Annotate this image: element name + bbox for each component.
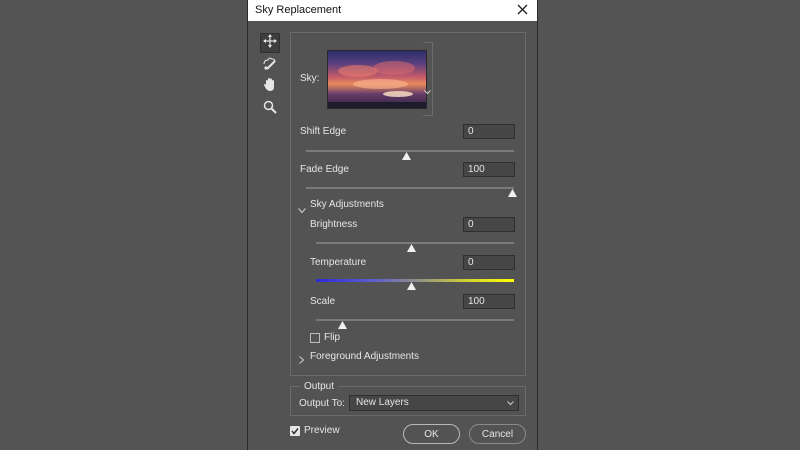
move-tool-button[interactable] [260,33,280,53]
move-icon [263,33,277,53]
flip-checkbox[interactable] [310,333,320,343]
title-bar: Sky Replacement [248,0,537,21]
preview-checkbox[interactable] [290,426,300,436]
flip-label: Flip [324,332,341,343]
sky-brush-tool-button[interactable] [260,55,280,75]
cancel-button[interactable]: Cancel [469,424,526,444]
tool-palette [260,33,282,121]
close-icon[interactable] [515,1,531,19]
hand-icon [263,77,277,97]
output-to-value: New Layers [356,397,409,408]
sky-brush-icon [262,56,278,75]
sky-adjustments-header[interactable]: Sky Adjustments [310,199,384,210]
temperature-input[interactable]: 0 [463,255,515,270]
settings-panel: Sky: Shift Edge 0 Fade Edge 100 Sky Adju… [290,32,526,376]
sky-replacement-dialog: Sky Replacement Sky: Shift Edge 0 Fade E… [247,0,538,450]
sky-label: Sky: [300,73,320,84]
fade-edge-slider-thumb[interactable] [508,184,517,197]
fade-edge-label: Fade Edge [300,164,349,175]
sky-preview-thumbnail[interactable] [327,50,427,109]
chevron-down-icon [507,398,514,409]
ok-button[interactable]: OK [403,424,460,444]
brightness-slider-thumb[interactable] [407,239,416,252]
output-legend: Output [300,381,339,392]
sky-dropdown-toggle[interactable] [423,42,433,116]
output-to-label: Output To: [299,398,345,409]
chevron-down-icon [424,82,431,100]
preview-label: Preview [304,425,340,436]
shift-edge-input[interactable]: 0 [463,124,515,139]
temperature-slider-thumb[interactable] [407,277,416,290]
scale-label: Scale [310,296,336,307]
dialog-title: Sky Replacement [255,4,342,16]
zoom-tool-button[interactable] [260,99,280,119]
fade-edge-input[interactable]: 100 [463,162,515,177]
fade-edge-slider-track[interactable] [306,187,514,189]
scale-input[interactable]: 100 [463,294,515,309]
brightness-label: Brightness [310,219,358,230]
scale-slider-thumb[interactable] [338,316,347,329]
shift-edge-slider-thumb[interactable] [402,147,411,160]
chevron-right-icon[interactable] [299,351,305,369]
zoom-icon [263,100,277,119]
shift-edge-label: Shift Edge [300,126,347,137]
hand-tool-button[interactable] [260,77,280,97]
brightness-input[interactable]: 0 [463,217,515,232]
foreground-adjustments-header[interactable]: Foreground Adjustments [310,351,419,362]
output-to-select[interactable]: New Layers [349,395,519,411]
chevron-down-icon[interactable] [298,201,306,219]
temperature-label: Temperature [310,257,367,268]
